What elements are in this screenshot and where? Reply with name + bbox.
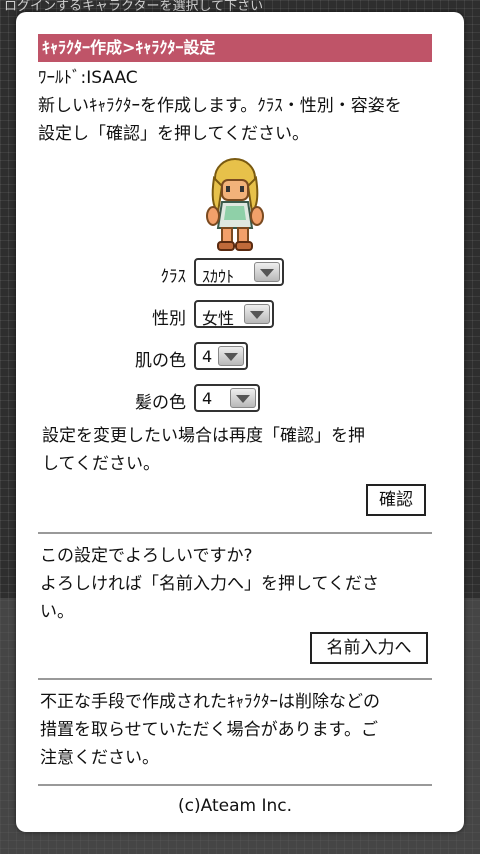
gender-row: 性別 女性	[38, 300, 432, 332]
skin-select[interactable]: 4	[194, 342, 248, 370]
form-area: ｸﾗｽ ｽｶｳﾄ 性別 女性 肌の色 4 髪の色 4 設定を変更したい場合は再度…	[38, 12, 432, 832]
hair-select[interactable]: 4	[194, 384, 260, 412]
hair-row: 髪の色 4	[38, 384, 432, 416]
dialog-card: ｷｬﾗｸﾀｰ作成>ｷｬﾗｸﾀｰ設定 ﾜｰﾙﾄﾞ:ISAAC 新しいｷｬﾗｸﾀｰを…	[16, 12, 464, 832]
class-label: ｸﾗｽ	[160, 267, 187, 287]
dropdown-arrow-icon	[218, 346, 244, 366]
class-select[interactable]: ｽｶｳﾄ	[194, 258, 284, 286]
skin-label: 肌の色	[135, 351, 186, 371]
hair-value: 4	[202, 389, 213, 408]
copyright: (c)Ateam Inc.	[178, 796, 292, 816]
change-note-line-1: 設定を変更したい場合は再度「確認」を押	[42, 426, 365, 446]
gender-label: 性別	[152, 309, 186, 329]
warning-line-3: 注意ください。	[40, 748, 159, 768]
dropdown-arrow-icon	[254, 262, 280, 282]
dropdown-arrow-icon	[244, 304, 270, 324]
hair-label: 髪の色	[135, 393, 186, 413]
confirm-question-line-1: この設定でよろしいですか?	[40, 546, 253, 566]
class-row: ｸﾗｽ ｽｶｳﾄ	[38, 258, 432, 290]
dropdown-arrow-icon	[230, 388, 256, 408]
change-note-line-2: してください。	[42, 454, 160, 474]
name-input-button[interactable]: 名前入力へ	[310, 632, 428, 664]
confirm-question-line-3: い。	[40, 602, 74, 622]
warning-line-2: 措置を取らせていただく場合があります。ご	[40, 720, 378, 740]
skin-value: 4	[202, 347, 213, 366]
divider	[38, 784, 432, 786]
confirm-button[interactable]: 確認	[366, 484, 426, 516]
gender-value: 女性	[202, 309, 235, 328]
skin-row: 肌の色 4	[38, 342, 432, 374]
divider	[38, 678, 432, 680]
class-value: ｽｶｳﾄ	[202, 267, 235, 286]
warning-line-1: 不正な手段で作成されたｷｬﾗｸﾀｰは削除などの	[40, 692, 380, 712]
gender-select[interactable]: 女性	[194, 300, 274, 328]
divider	[38, 532, 432, 534]
confirm-question-line-2: よろしければ「名前入力へ」を押してくださ	[40, 574, 379, 594]
